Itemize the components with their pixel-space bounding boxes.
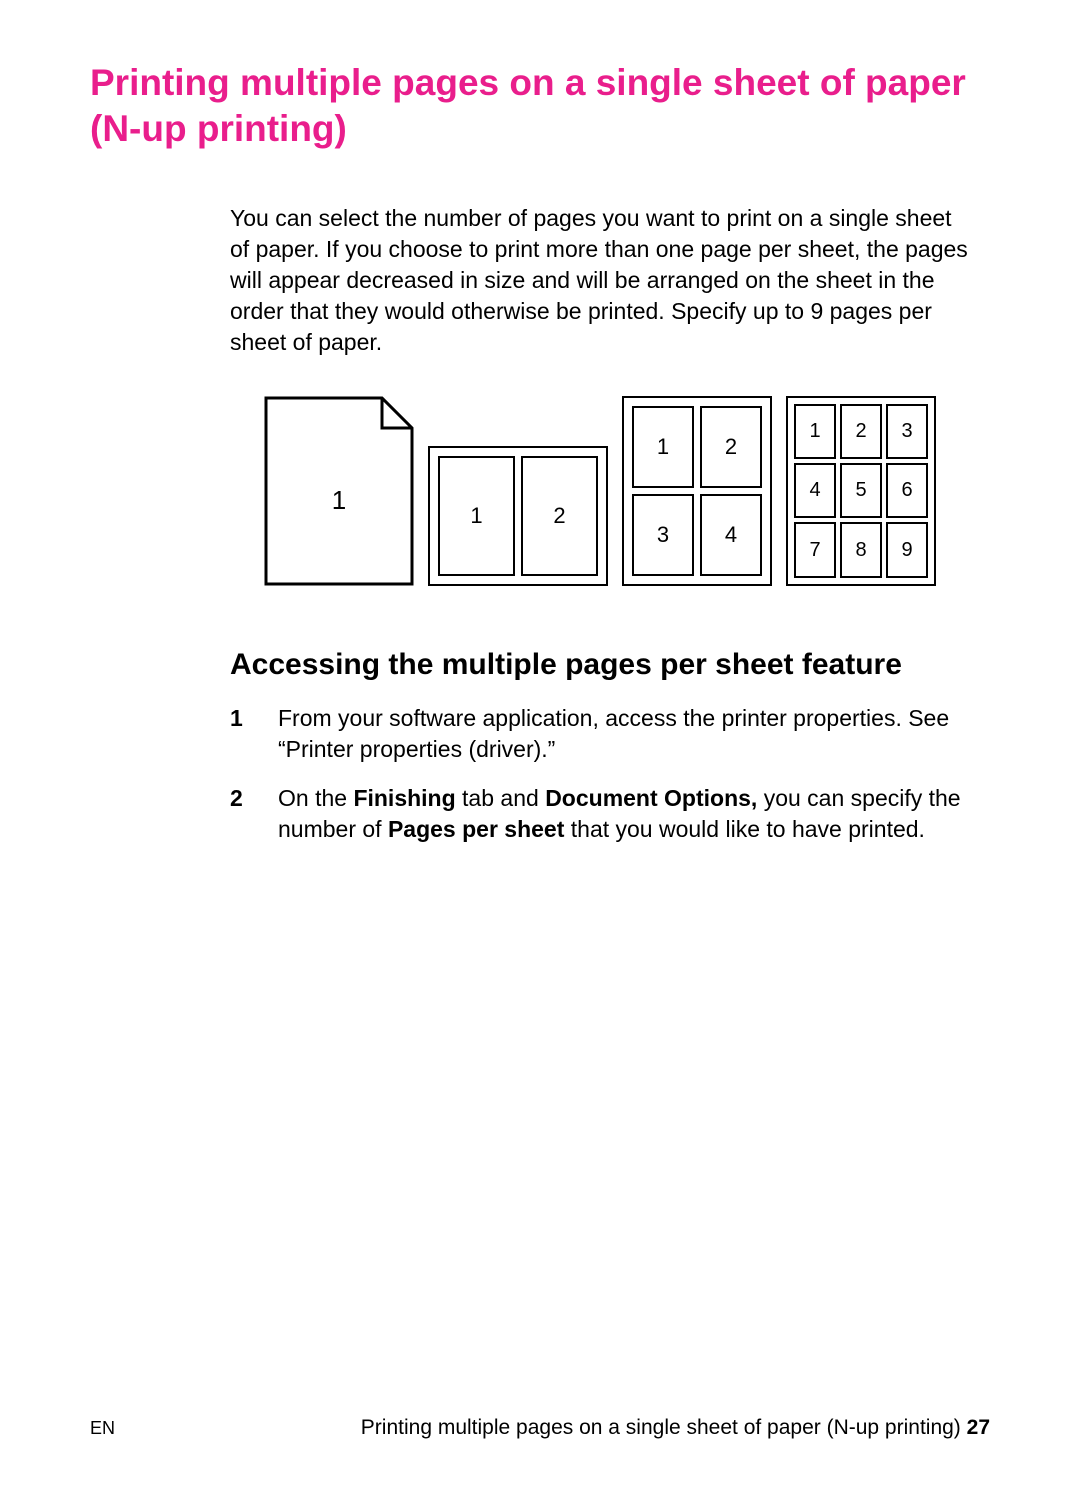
diagram-cell: 4 xyxy=(700,494,762,576)
diagram-cell: 8 xyxy=(840,522,882,577)
diagram-cell: 1 xyxy=(632,406,694,488)
diagram-cell: 4 xyxy=(794,463,836,518)
intro-paragraph: You can select the number of pages you w… xyxy=(230,203,970,358)
step-number: 1 xyxy=(230,703,248,765)
step-text: On the Finishing tab and Document Option… xyxy=(278,783,970,845)
diagram-sheet-4up: 1 2 3 4 xyxy=(622,396,772,586)
diagram-cell: 1 xyxy=(794,404,836,459)
footer-page-number: 27 xyxy=(967,1416,990,1439)
diagram-cell: 6 xyxy=(886,463,928,518)
diagram-cell: 9 xyxy=(886,522,928,577)
diagram-cell: 1 xyxy=(332,485,346,516)
steps-list: 1 From your software application, access… xyxy=(230,703,970,845)
diagram-cell: 3 xyxy=(632,494,694,576)
step-item: 1 From your software application, access… xyxy=(230,703,970,765)
footer-language: EN xyxy=(90,1418,115,1439)
nup-diagram: 1 1 2 1 2 3 4 1 2 3 4 5 6 7 8 9 xyxy=(230,396,970,586)
step-number: 2 xyxy=(230,783,248,845)
diagram-cell: 5 xyxy=(840,463,882,518)
diagram-cell: 2 xyxy=(840,404,882,459)
diagram-sheet-1up: 1 xyxy=(264,396,414,586)
diagram-cell: 3 xyxy=(886,404,928,459)
diagram-cell: 2 xyxy=(700,406,762,488)
diagram-sheet-2up: 1 2 xyxy=(428,446,608,586)
page-footer: EN Printing multiple pages on a single s… xyxy=(90,1416,990,1440)
diagram-cell: 2 xyxy=(521,456,598,576)
content-block: You can select the number of pages you w… xyxy=(230,203,970,846)
step-item: 2 On the Finishing tab and Document Opti… xyxy=(230,783,970,845)
diagram-cell: 1 xyxy=(438,456,515,576)
footer-caption: Printing multiple pages on a single shee… xyxy=(361,1416,990,1440)
diagram-sheet-9up: 1 2 3 4 5 6 7 8 9 xyxy=(786,396,936,586)
diagram-cell: 7 xyxy=(794,522,836,577)
section-heading: Accessing the multiple pages per sheet f… xyxy=(230,646,970,684)
step-text: From your software application, access t… xyxy=(278,703,970,765)
page-title: Printing multiple pages on a single shee… xyxy=(90,60,990,153)
